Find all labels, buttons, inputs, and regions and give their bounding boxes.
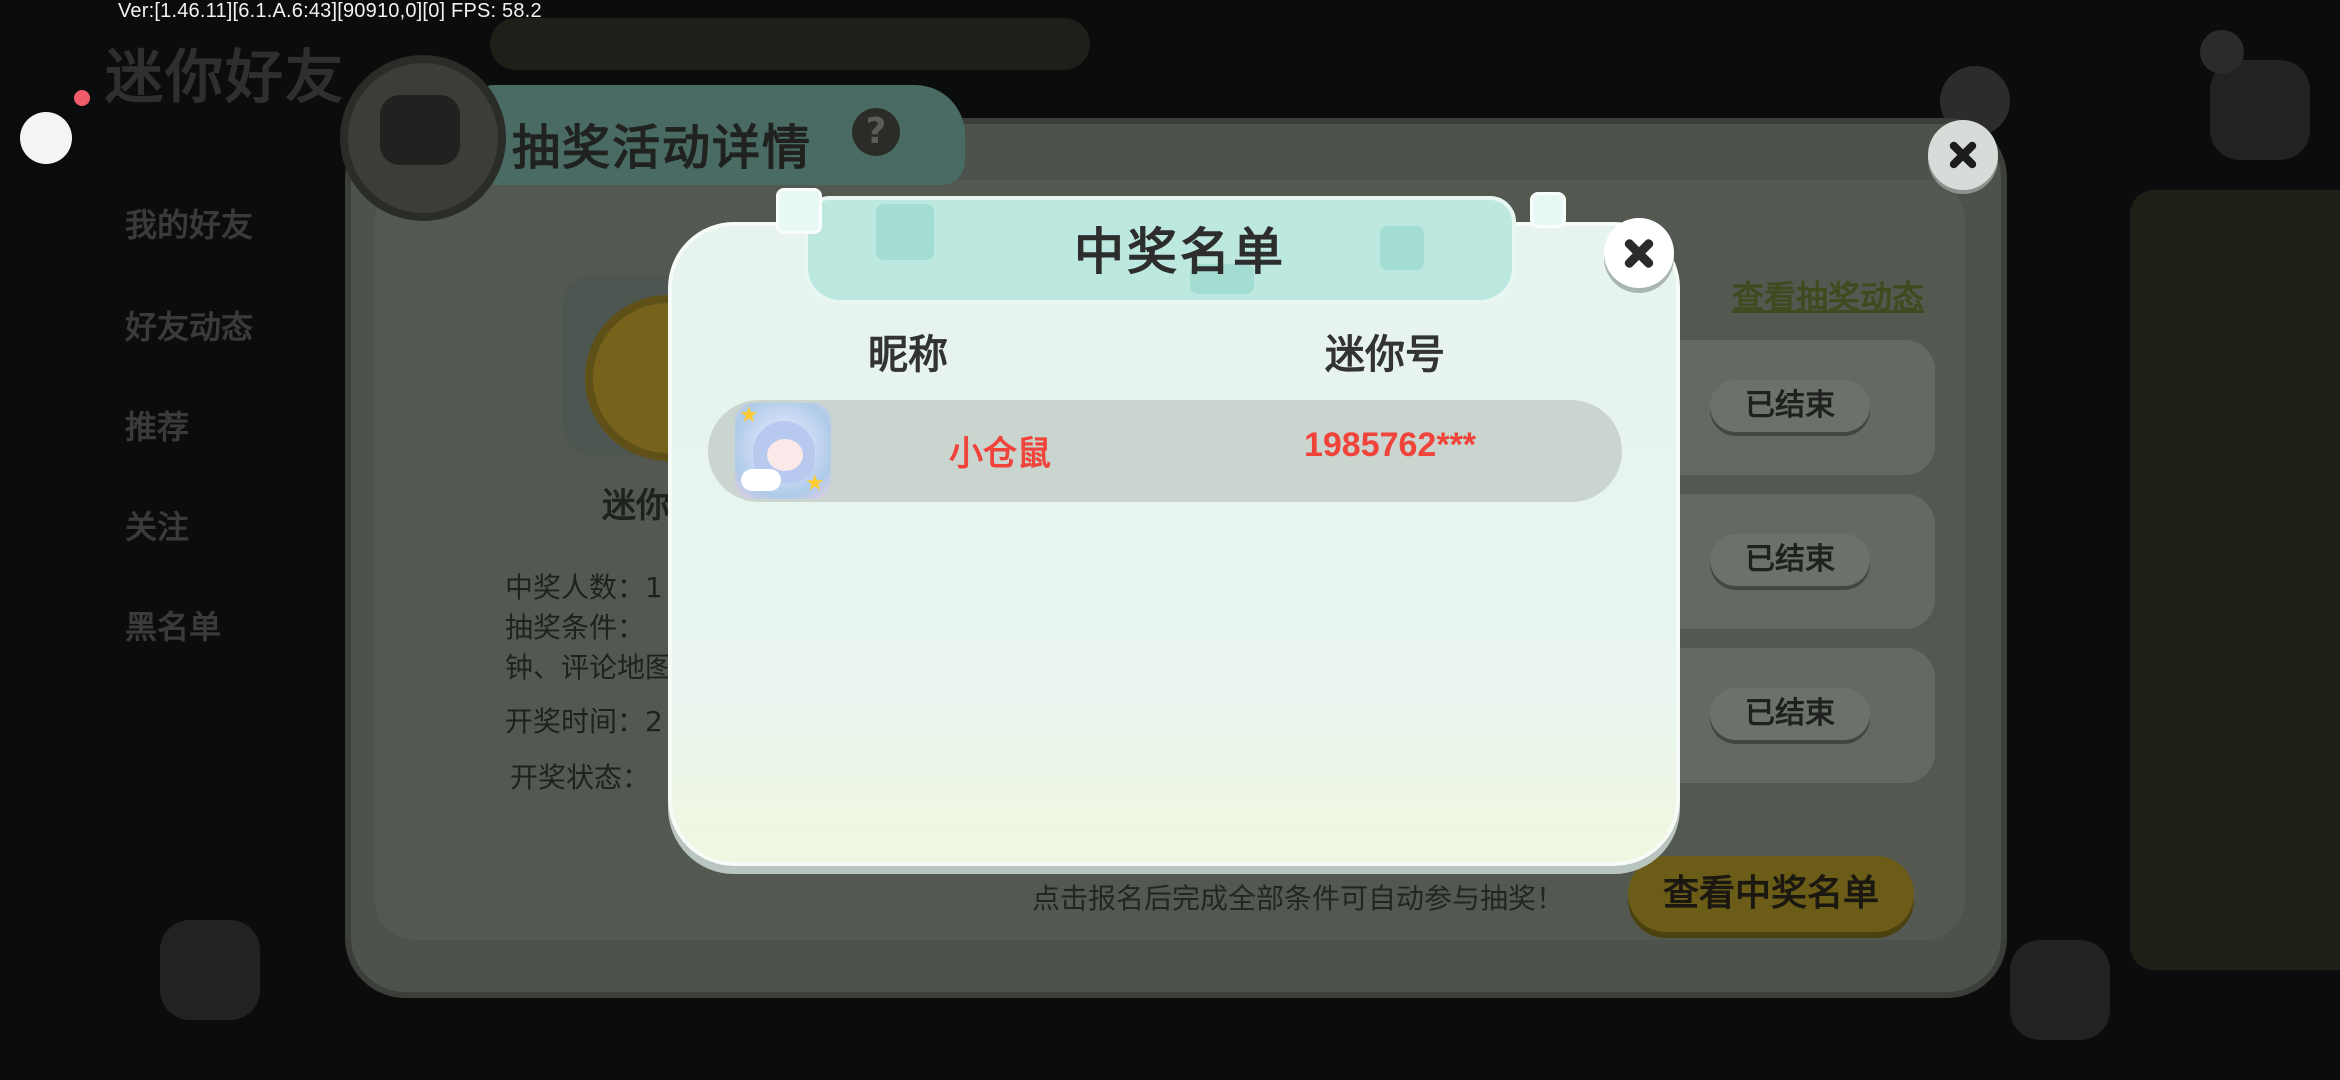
column-header-nickname: 昵称 [868, 332, 948, 378]
question-circle-icon[interactable]: ? [852, 108, 900, 156]
anime-avatar-icon: ★ ★ [735, 403, 831, 499]
mascot-face-icon [380, 95, 460, 165]
info-condition-cont: 钟、评论地图 [505, 651, 674, 684]
background-menu-item: 黑名单 [125, 608, 222, 646]
notification-dot-icon [74, 90, 90, 106]
prize-name: 迷你 [602, 486, 670, 526]
ended-button[interactable]: 已结束 [1710, 534, 1870, 586]
info-condition: 抽奖条件： [505, 611, 646, 644]
background-home-icon [2010, 940, 2110, 1040]
info-draw-status: 开奖状态： [510, 761, 651, 794]
ended-button[interactable]: 已结束 [1710, 380, 1870, 432]
lottery-detail-title: 抽奖活动详情 [512, 120, 813, 176]
ended-button[interactable]: 已结束 [1710, 688, 1870, 740]
winners-popup [668, 222, 1680, 866]
background-menu-item: 好友动态 [125, 308, 254, 346]
column-header-mini-id: 迷你号 [1325, 332, 1445, 378]
decoration-cube [776, 188, 822, 234]
view-lottery-dynamic-link[interactable]: 查看抽奖动态 [1732, 272, 1924, 318]
info-draw-time: 开奖时间：2 [505, 705, 663, 738]
participation-tip: 点击报名后完成全部条件可自动参与抽奖！ [1032, 882, 1565, 915]
background-menu-icon [2210, 60, 2310, 160]
winner-mini-id: 1985762*** [1303, 426, 1477, 464]
winners-popup-title: 中奖名单 [1074, 223, 1286, 281]
background-top-bar [490, 18, 1090, 70]
view-winners-button[interactable]: 查看中奖名单 [1628, 856, 1914, 932]
background-right-column [2130, 190, 2340, 970]
background-menu-item: 我的好友 [125, 206, 254, 244]
decoration-cube [1530, 192, 1566, 228]
lottery-detail-close-button[interactable] [1928, 120, 1998, 190]
header-decoration [876, 204, 934, 260]
header-decoration [1380, 226, 1424, 270]
background-menu-item: 关注 [125, 508, 190, 546]
floating-assistive-button[interactable] [20, 112, 72, 164]
background-app-title: 迷你好友 [105, 43, 346, 111]
background-close-icon [2200, 30, 2244, 74]
debug-version-text: Ver:[1.46.11][6.1.A.6:43][90910,0][0] FP… [118, 0, 542, 22]
winners-popup-close-button[interactable] [1604, 218, 1674, 288]
info-winner-count: 中奖人数：1 [505, 571, 663, 604]
background-video-icon [160, 920, 260, 1020]
winner-nickname: 小仓鼠 [949, 434, 1051, 474]
background-menu-item: 推荐 [125, 408, 190, 446]
